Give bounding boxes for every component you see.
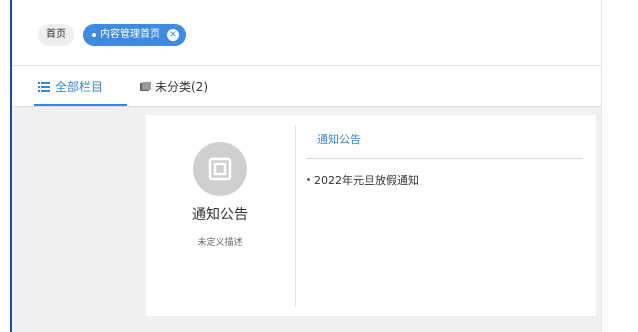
tag-active-label: 内容管理首页: [100, 29, 160, 40]
tab-bar: 全部栏目 未分类(2): [12, 66, 601, 107]
active-dot-icon: [92, 33, 96, 37]
section-divider: [306, 158, 583, 159]
tab-all-columns[interactable]: 全部栏目: [38, 78, 103, 95]
page: 首页 内容管理首页 ✕ 全部栏目 未分类(2) 通知公告 未定义描述 通知公告 …: [0, 0, 638, 332]
tag-home-label: 首页: [46, 29, 66, 40]
tab-uncategorized-label: 未分类(2): [155, 80, 208, 94]
close-icon[interactable]: ✕: [167, 29, 179, 41]
list-icon: [38, 81, 50, 92]
card-summary[interactable]: 通知公告 未定义描述: [146, 115, 294, 316]
tag-content-management[interactable]: 内容管理首页 ✕: [83, 24, 186, 46]
breadcrumb-tags: 首页 内容管理首页 ✕: [12, 0, 601, 65]
card-divider: [295, 125, 296, 307]
column-card: 通知公告 未定义描述 通知公告 2022年元旦放假通知: [146, 115, 596, 316]
folder-icon: [140, 81, 151, 91]
tab-all-label: 全部栏目: [55, 80, 104, 94]
tag-home[interactable]: 首页: [38, 24, 74, 46]
bullet-icon: [307, 178, 310, 181]
list-item[interactable]: 2022年元旦放假通知: [307, 172, 419, 188]
document-icon: [193, 142, 247, 196]
right-border: [601, 0, 602, 332]
card-title: 通知公告: [192, 207, 248, 223]
card-description: 未定义描述: [197, 238, 243, 248]
section-heading[interactable]: 通知公告: [317, 131, 361, 147]
tab-uncategorized[interactable]: 未分类(2): [140, 78, 208, 95]
list-item-title: 2022年元旦放假通知: [314, 174, 419, 187]
